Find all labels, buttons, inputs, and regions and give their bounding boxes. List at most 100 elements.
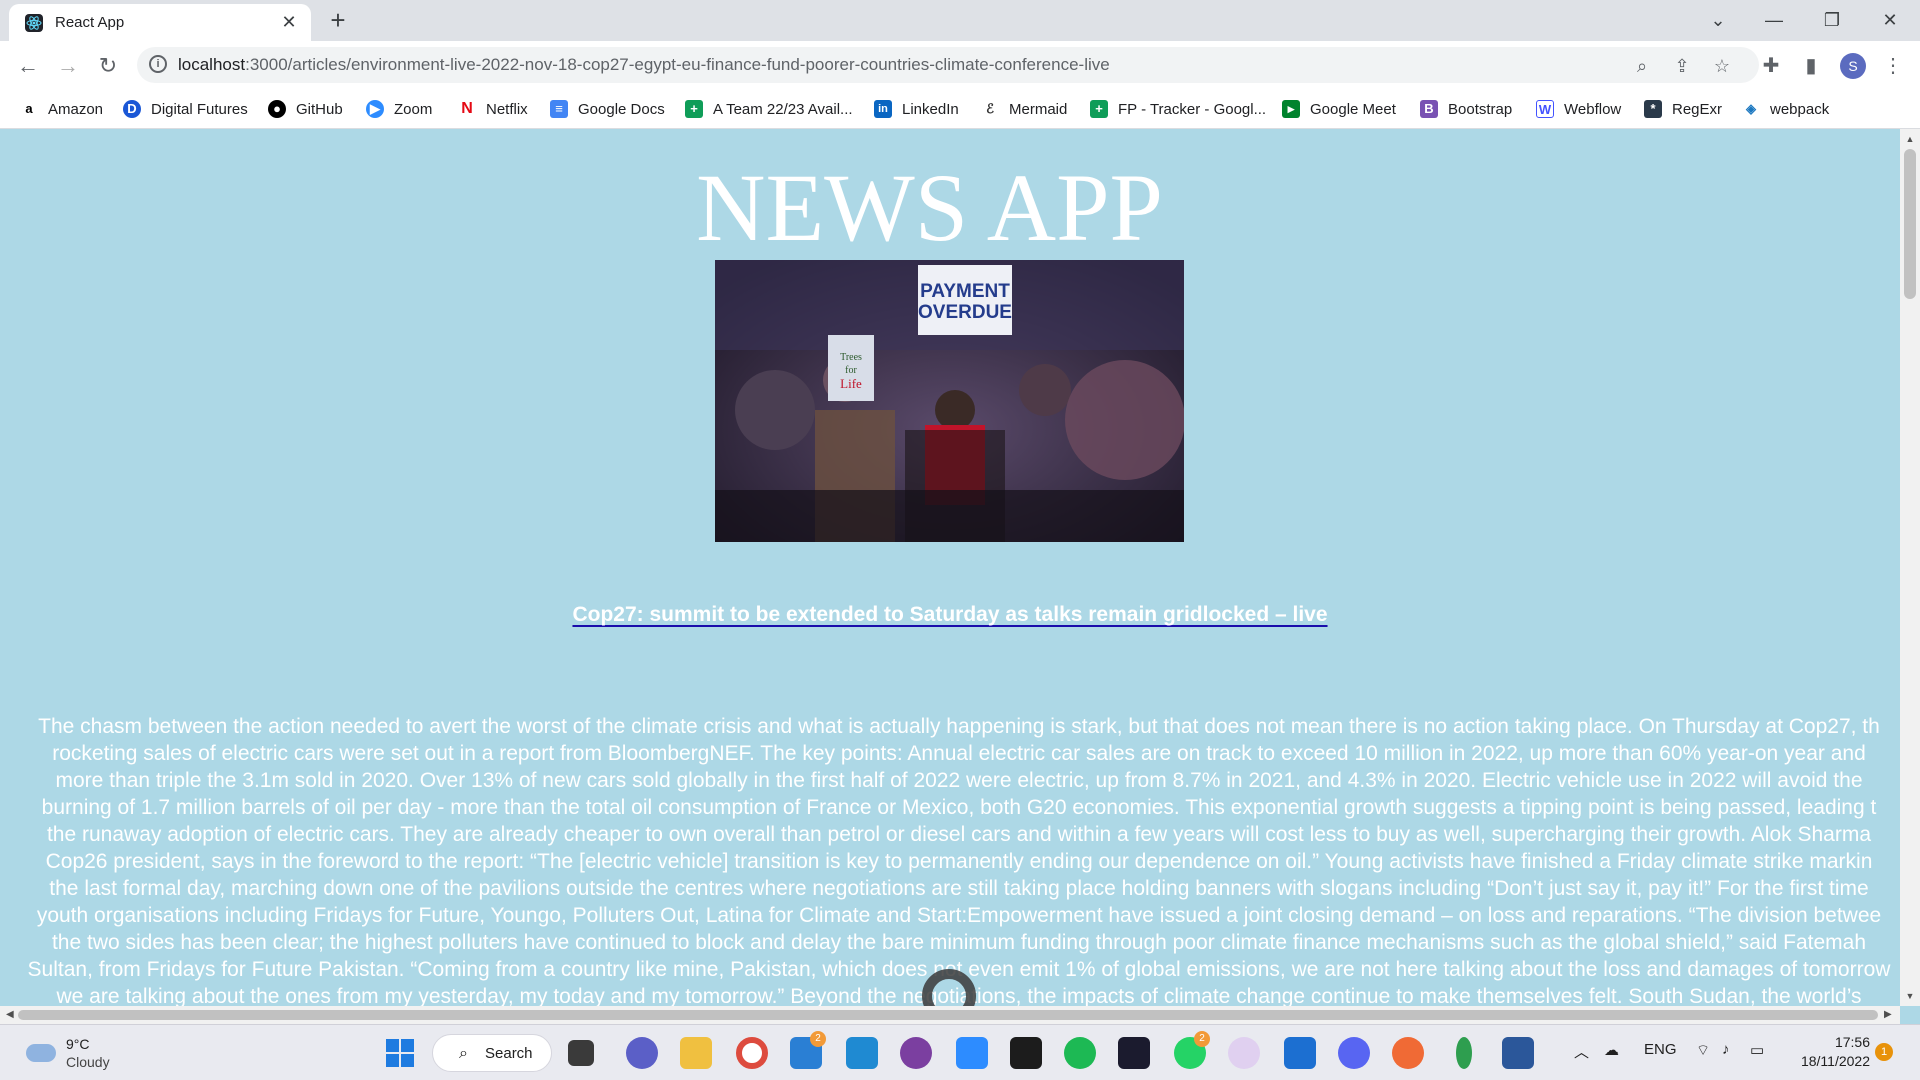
vertical-scrollbar[interactable]: ▲ ▼: [1900, 129, 1920, 1006]
browser-toolbar: ← → ↻ i localhost:3000/articles/environm…: [0, 41, 1920, 89]
clock-time: 17:56: [1834, 1034, 1870, 1050]
bookmark-label: Bootstrap: [1448, 100, 1513, 118]
new-tab-button[interactable]: +: [324, 6, 352, 34]
bookmark-label: Digital Futures: [151, 100, 248, 118]
body-line: youth organisations including Fridays fo…: [36, 904, 1882, 927]
url-host: localhost: [178, 55, 246, 74]
weather-widget[interactable]: 9°C Cloudy: [26, 1035, 110, 1071]
zoom-icon[interactable]: ⌕: [1631, 55, 1653, 77]
profile-avatar[interactable]: S: [1840, 53, 1866, 79]
zoom-app-icon[interactable]: [956, 1037, 988, 1069]
spotify-icon[interactable]: [1064, 1037, 1096, 1069]
bookmark-label: Amazon: [48, 100, 104, 118]
article-body: The chasm between the action needed to a…: [18, 713, 1900, 1006]
chrome-icon[interactable]: [736, 1037, 768, 1069]
site-info-icon[interactable]: i: [149, 55, 167, 73]
word-icon[interactable]: [1502, 1037, 1534, 1069]
reload-button[interactable]: ↻: [93, 51, 123, 81]
google-sheets-icon: +: [1090, 100, 1108, 118]
volume-icon[interactable]: ♪: [1722, 1041, 1730, 1058]
postman-icon[interactable]: [1392, 1037, 1424, 1069]
bookmark-a-team[interactable]: + A Team 22/23 Avail...: [685, 98, 853, 120]
slack-icon[interactable]: [1228, 1037, 1260, 1069]
task-view-icon[interactable]: [568, 1040, 594, 1066]
vertical-scroll-thumb[interactable]: [1904, 149, 1916, 299]
intellij-icon[interactable]: [1118, 1037, 1150, 1069]
side-panel-icon[interactable]: ▮: [1798, 53, 1824, 79]
bookmark-amazon[interactable]: a Amazon: [20, 98, 103, 120]
horizontal-scrollbar[interactable]: ◀ ▶: [0, 1006, 1900, 1024]
mongodb-icon[interactable]: [1456, 1037, 1472, 1069]
bookmark-label: webpack: [1770, 100, 1830, 118]
body-line: The chasm between the action needed to a…: [38, 715, 1880, 738]
url-text[interactable]: localhost:3000/articles/environment-live…: [178, 55, 1110, 75]
url-path: :3000/articles/environment-live-2022-nov…: [245, 55, 1110, 74]
article-title-link[interactable]: Cop27: summit to be extended to Saturday…: [0, 603, 1900, 627]
article-image: PAYMENT OVERDUE Trees for Life: [715, 260, 1184, 542]
body-line: the last formal day, marching down one o…: [49, 877, 1869, 900]
regexr-icon: *: [1644, 100, 1662, 118]
netflix-icon: N: [458, 100, 476, 118]
vscode-icon[interactable]: [846, 1037, 878, 1069]
bookmark-fp-tracker[interactable]: + FP - Tracker - Googl...: [1090, 98, 1266, 120]
minimize-button[interactable]: —: [1752, 4, 1796, 36]
bookmark-google-meet[interactable]: ▸ Google Meet: [1282, 98, 1396, 120]
bookmark-netflix[interactable]: N Netflix: [458, 98, 528, 120]
browser-tab[interactable]: React App ✕: [9, 4, 311, 41]
body-line: the two sides has been clear; the highes…: [51, 931, 1867, 954]
mermaid-icon: ℰ: [981, 100, 999, 118]
show-hidden-icons-icon[interactable]: ︿: [1574, 1041, 1589, 1062]
sticky-notes-icon[interactable]: [1010, 1037, 1042, 1069]
google-docs-icon: ≡: [550, 100, 568, 118]
small-sign-line3: Life: [840, 376, 862, 391]
amazon-icon: a: [20, 100, 38, 118]
bookmark-mermaid[interactable]: ℰ Mermaid: [981, 98, 1067, 120]
onedrive-icon[interactable]: ☁: [1604, 1041, 1619, 1059]
extensions-icon[interactable]: ✚: [1758, 53, 1784, 79]
scroll-down-icon[interactable]: ▼: [1904, 990, 1916, 1002]
battery-icon[interactable]: ▭: [1750, 1041, 1764, 1059]
bookmark-label: Netflix: [486, 100, 528, 118]
bookmark-star-icon[interactable]: ☆: [1711, 55, 1733, 77]
address-bar[interactable]: i localhost:3000/articles/environment-li…: [137, 47, 1759, 83]
horizontal-scroll-thumb[interactable]: [18, 1010, 1878, 1020]
forward-button[interactable]: →: [53, 51, 83, 81]
bookmark-label: FP - Tracker - Googl...: [1118, 100, 1267, 118]
bookmark-webpack[interactable]: ◈ webpack: [1742, 98, 1829, 120]
tab-search-chevron-icon[interactable]: ⌄: [1696, 4, 1740, 36]
scroll-left-icon[interactable]: ◀: [6, 1009, 14, 1020]
menu-kebab-icon[interactable]: ⋮: [1880, 53, 1906, 79]
taskbar-search[interactable]: ⌕ Search: [432, 1034, 552, 1072]
bookmark-digital-futures[interactable]: D Digital Futures: [123, 98, 248, 120]
small-sign-line2: for: [845, 365, 857, 376]
bookmark-regexr[interactable]: * RegExr: [1644, 98, 1722, 120]
bookmark-github[interactable]: ● GitHub: [268, 98, 343, 120]
body-line: rocketing sales of electric cars were se…: [52, 742, 1866, 765]
file-explorer-icon[interactable]: [680, 1037, 712, 1069]
close-window-button[interactable]: ✕: [1868, 4, 1912, 36]
github-desktop-icon[interactable]: [900, 1037, 932, 1069]
scroll-up-icon[interactable]: ▲: [1904, 133, 1916, 145]
trello-icon[interactable]: [1284, 1037, 1316, 1069]
wifi-icon[interactable]: ⌔: [1696, 1041, 1710, 1060]
notification-badge[interactable]: 1: [1875, 1043, 1893, 1061]
restore-button[interactable]: ❐: [1810, 4, 1854, 36]
language-indicator[interactable]: ENG: [1644, 1041, 1677, 1058]
share-icon[interactable]: ⇪: [1671, 55, 1693, 77]
bookmark-bootstrap[interactable]: B Bootstrap: [1420, 98, 1512, 120]
google-sheets-icon: +: [685, 100, 703, 118]
teams-chat-icon[interactable]: [626, 1037, 658, 1069]
bookmark-linkedin[interactable]: in LinkedIn: [874, 98, 959, 120]
discord-icon[interactable]: [1338, 1037, 1370, 1069]
scroll-right-icon[interactable]: ▶: [1884, 1009, 1892, 1020]
tab-title: React App: [55, 14, 125, 31]
mail-badge: 2: [810, 1031, 826, 1047]
system-clock[interactable]: 17:56 18/11/2022: [1792, 1033, 1870, 1071]
article-title-text[interactable]: Cop27: summit to be extended to Saturday…: [572, 603, 1327, 626]
bookmark-google-docs[interactable]: ≡ Google Docs: [550, 98, 665, 120]
bookmark-webflow[interactable]: W Webflow: [1536, 98, 1621, 120]
back-button[interactable]: ←: [13, 51, 43, 81]
bookmark-zoom[interactable]: ▶ Zoom: [366, 98, 432, 120]
close-tab-icon[interactable]: ✕: [277, 10, 301, 34]
windows-start-icon[interactable]: [384, 1037, 416, 1069]
